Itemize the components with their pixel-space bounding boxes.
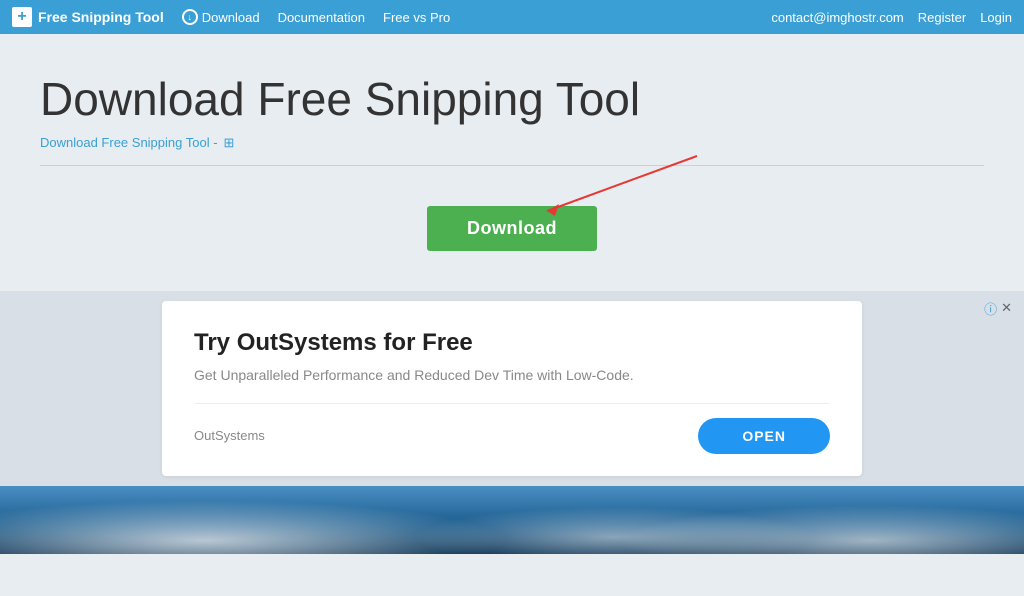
ad-footer: OutSystems OPEN [194, 403, 830, 454]
ad-open-button[interactable]: OPEN [698, 418, 830, 454]
register-link[interactable]: Register [918, 10, 966, 25]
brand-link[interactable]: + Free Snipping Tool [12, 7, 164, 27]
ad-close-icon[interactable]: ✕ [1001, 300, 1012, 316]
subtitle-link[interactable]: Download Free Snipping Tool - ⊞ [40, 135, 984, 151]
ad-info-icon[interactable]: ⓘ [984, 299, 997, 318]
section-divider [40, 165, 984, 166]
ad-brand-name: OutSystems [194, 428, 265, 443]
brand-name: Free Snipping Tool [38, 9, 164, 25]
subtitle-link-text: Download Free Snipping Tool - [40, 135, 218, 150]
ad-subtitle: Get Unparalleled Performance and Reduced… [194, 367, 830, 383]
register-label: Register [918, 10, 966, 25]
bottom-image-strip [0, 486, 1024, 554]
download-button[interactable]: Download [427, 206, 597, 251]
ad-card: Try OutSystems for Free Get Unparalleled… [162, 301, 862, 476]
cloud-overlay [0, 486, 1024, 554]
ad-controls: ⓘ ✕ [984, 299, 1012, 318]
nav-download-link[interactable]: ↓ Download [182, 9, 260, 25]
navbar-left: + Free Snipping Tool ↓ Download Document… [12, 7, 450, 27]
contact-email: contact@imghostr.com [771, 10, 903, 25]
nav-freevspro-label: Free vs Pro [383, 10, 450, 25]
download-section: Download [40, 196, 984, 271]
nav-freevspro-link[interactable]: Free vs Pro [383, 10, 450, 25]
login-label: Login [980, 10, 1012, 25]
contact-email-link[interactable]: contact@imghostr.com [771, 10, 903, 25]
main-content: Download Free Snipping Tool Download Fre… [0, 34, 1024, 291]
download-circle-icon: ↓ [182, 9, 198, 25]
brand-icon: + [12, 7, 32, 27]
nav-download-label: Download [202, 10, 260, 25]
login-link[interactable]: Login [980, 10, 1012, 25]
navbar-right: contact@imghostr.com Register Login [771, 10, 1012, 25]
ad-area: ⓘ ✕ Try OutSystems for Free Get Unparall… [0, 291, 1024, 486]
navbar: + Free Snipping Tool ↓ Download Document… [0, 0, 1024, 34]
ad-title: Try OutSystems for Free [194, 329, 830, 357]
nav-documentation-link[interactable]: Documentation [278, 10, 365, 25]
windows-icon: ⊞ [224, 135, 235, 151]
nav-documentation-label: Documentation [278, 10, 365, 25]
page-title: Download Free Snipping Tool [40, 74, 984, 125]
